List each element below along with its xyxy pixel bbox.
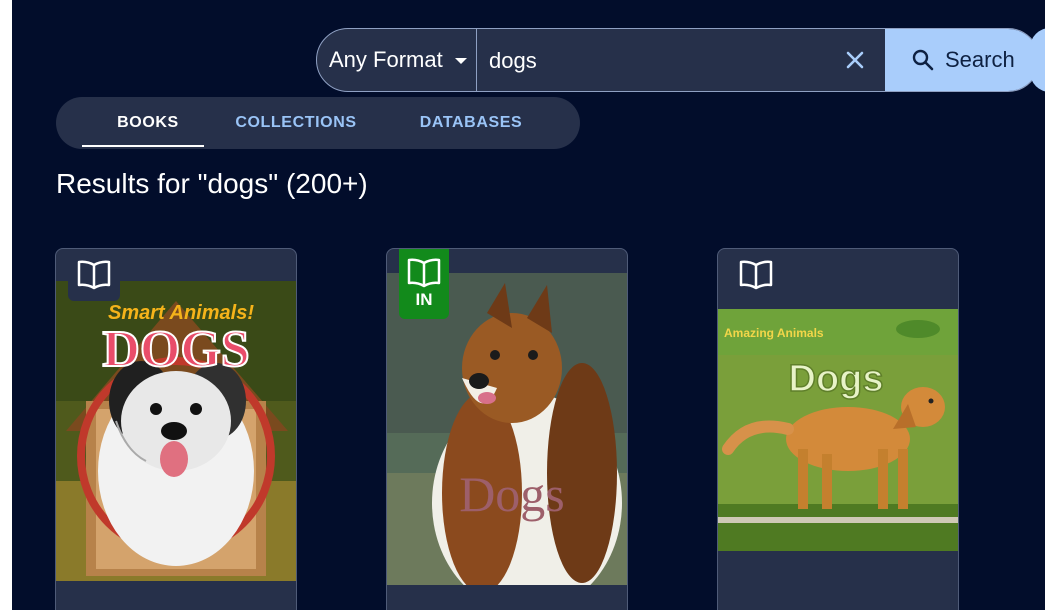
search-icon xyxy=(912,49,934,71)
format-dropdown[interactable]: Any Format xyxy=(317,29,477,91)
book-card[interactable]: Amazing Animals Dogs xyxy=(717,248,959,610)
tab-books[interactable]: BOOKS xyxy=(90,97,206,149)
open-book-icon xyxy=(739,260,773,290)
cover-title-text: Dogs xyxy=(789,358,884,400)
ebook-badge xyxy=(68,249,120,301)
book-cover: Amazing Animals Dogs xyxy=(718,309,958,551)
book-cover: Smart Animals! DOGS xyxy=(56,281,296,581)
tab-collections-label: COLLECTIONS xyxy=(235,114,357,131)
search-button[interactable]: Search xyxy=(885,29,1039,91)
search-button-label: Search xyxy=(945,47,1015,72)
in-badge-label: IN xyxy=(415,290,433,309)
open-book-icon xyxy=(77,260,111,290)
tab-books-label: BOOKS xyxy=(117,114,179,131)
search-input[interactable] xyxy=(477,29,825,91)
overflow-button[interactable] xyxy=(1030,28,1045,92)
active-tab-underline xyxy=(82,145,204,147)
cover-title-text: DOGS xyxy=(102,321,249,378)
clear-search-button[interactable] xyxy=(825,29,885,91)
app-root: Any Format Search BOOKS COLLECTIONS DATA… xyxy=(12,0,1045,610)
tab-collections[interactable]: COLLECTIONS xyxy=(226,97,366,149)
search-bar: Any Format Search xyxy=(316,28,1040,92)
close-icon xyxy=(846,51,864,69)
results-heading: Results for "dogs" (200+) xyxy=(56,168,368,199)
in-library-badge: IN xyxy=(399,249,449,319)
result-tabs: BOOKS COLLECTIONS DATABASES xyxy=(56,97,580,149)
open-book-icon xyxy=(407,258,441,288)
ebook-badge xyxy=(730,249,782,301)
book-cover: Dogs xyxy=(387,273,627,585)
format-label: Any Format xyxy=(329,47,443,72)
tab-databases-label: DATABASES xyxy=(419,114,523,131)
tab-databases[interactable]: DATABASES xyxy=(408,97,534,149)
book-card[interactable]: Dogs IN xyxy=(386,248,628,610)
book-card[interactable]: Smart Animals! DOGS xyxy=(55,248,297,610)
cover-series-text: Amazing Animals xyxy=(724,326,824,340)
caret-down-icon xyxy=(454,58,467,64)
cover-title-text: Dogs xyxy=(459,466,565,522)
